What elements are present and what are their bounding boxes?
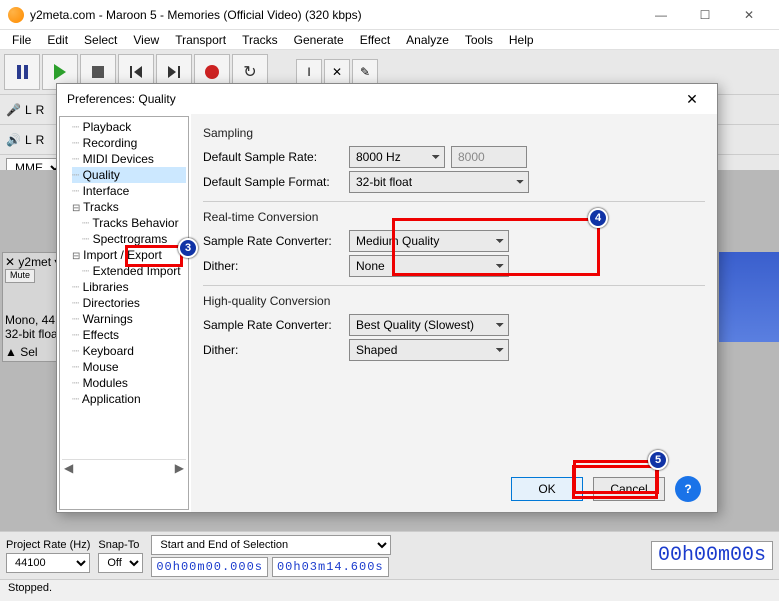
tree-import-export[interactable]: Import / Export [72,247,186,263]
dialog-close-button[interactable]: ✕ [677,91,707,108]
snap-to-select[interactable]: Off [98,553,143,573]
menu-file[interactable]: File [4,31,39,49]
tree-playback[interactable]: Playback [72,119,186,135]
menu-help[interactable]: Help [501,31,542,49]
default-sample-format-select[interactable]: 32-bit float [349,171,529,193]
default-sample-rate-select[interactable]: 8000 Hz [349,146,445,168]
tree-spectrograms[interactable]: Spectrograms [82,231,186,247]
menu-view[interactable]: View [125,31,167,49]
help-button[interactable]: ? [675,476,701,502]
sampling-heading: Sampling [203,126,705,140]
hq-converter-select[interactable]: Best Quality (Slowest) [349,314,509,336]
tool-draw-icon[interactable]: ✎ [352,59,378,85]
rt-dither-label: Dither: [203,259,343,273]
prefs-content: Sampling Default Sample Rate: 8000 Hz De… [191,114,717,512]
snap-to-label: Snap-To [98,539,143,551]
tree-mouse[interactable]: Mouse [72,359,186,375]
menu-effect[interactable]: Effect [352,31,398,49]
pause-button[interactable] [4,54,40,90]
maximize-button[interactable]: ☐ [683,1,727,29]
audio-position[interactable]: 00h00m00s [651,541,773,570]
tree-extended-import[interactable]: Extended Import [82,263,186,279]
tool-selection-icon[interactable]: I [296,59,322,85]
ch-l2: L [25,133,32,147]
cancel-button[interactable]: Cancel [593,477,665,501]
rt-dither-select[interactable]: None [349,255,509,277]
mute-button[interactable]: Mute [5,269,35,283]
minimize-button[interactable]: — [639,1,683,29]
app-logo-icon [8,7,24,23]
default-sample-rate-label: Default Sample Rate: [203,150,343,164]
mic-icon: 🎤 [6,103,21,117]
tree-hscroll[interactable]: ◀▶ [62,459,186,475]
project-rate-select[interactable]: 44100 [6,553,90,573]
tree-warnings[interactable]: Warnings [72,311,186,327]
tree-modules[interactable]: Modules [72,375,186,391]
dialog-titlebar: Preferences: Quality ✕ [57,84,717,114]
realtime-heading: Real-time Conversion [203,210,705,224]
menu-edit[interactable]: Edit [39,31,76,49]
tool-envelope-icon[interactable]: ✕ [324,59,350,85]
close-button[interactable]: ✕ [727,1,771,29]
hq-dither-label: Dither: [203,343,343,357]
hq-dither-select[interactable]: Shaped [349,339,509,361]
menu-generate[interactable]: Generate [286,31,352,49]
waveform[interactable] [719,252,779,342]
tree-directories[interactable]: Directories [72,295,186,311]
selection-toolbar: Project Rate (Hz) 44100 Snap-To Off Star… [0,531,779,579]
tree-tracks-behavior[interactable]: Tracks Behavior [82,215,186,231]
tree-midi[interactable]: MIDI Devices [72,151,186,167]
menu-bar: File Edit Select View Transport Tracks G… [0,30,779,50]
default-sample-format-label: Default Sample Format: [203,175,343,189]
rt-converter-select[interactable]: Medium Quality [349,230,509,252]
menu-transport[interactable]: Transport [167,31,234,49]
rt-converter-label: Sample Rate Converter: [203,234,343,248]
tree-libraries[interactable]: Libraries [72,279,186,295]
hq-heading: High-quality Conversion [203,294,705,308]
tree-keyboard[interactable]: Keyboard [72,343,186,359]
prefs-category-tree[interactable]: Playback Recording MIDI Devices Quality … [59,116,189,510]
ch-r2: R [36,133,45,147]
selection-start-time[interactable]: 00h00m00.000s [151,557,268,577]
selection-mode-select[interactable]: Start and End of Selection [151,535,391,555]
default-sample-rate-input [451,146,527,168]
window-title: y2meta.com - Maroon 5 - Memories (Offici… [30,8,639,22]
tree-quality[interactable]: Quality [72,167,186,183]
selection-end-time[interactable]: 00h03m14.600s [272,557,389,577]
status-bar: Stopped. [0,579,779,601]
preferences-dialog: Preferences: Quality ✕ Playback Recordin… [56,83,718,513]
menu-tools[interactable]: Tools [457,31,501,49]
tree-interface[interactable]: Interface [72,183,186,199]
tree-tracks[interactable]: Tracks [72,199,186,215]
dialog-title-text: Preferences: Quality [67,92,677,106]
ch-l: L [25,103,32,117]
tree-effects[interactable]: Effects [72,327,186,343]
title-bar: y2meta.com - Maroon 5 - Memories (Offici… [0,0,779,30]
ok-button[interactable]: OK [511,477,583,501]
tree-application[interactable]: Application [72,391,186,407]
menu-tracks[interactable]: Tracks [234,31,286,49]
menu-analyze[interactable]: Analyze [398,31,457,49]
menu-select[interactable]: Select [76,31,125,49]
hq-converter-label: Sample Rate Converter: [203,318,343,332]
project-rate-label: Project Rate (Hz) [6,539,90,551]
ch-r: R [36,103,45,117]
speaker-icon: 🔊 [6,133,21,147]
tree-recording[interactable]: Recording [72,135,186,151]
